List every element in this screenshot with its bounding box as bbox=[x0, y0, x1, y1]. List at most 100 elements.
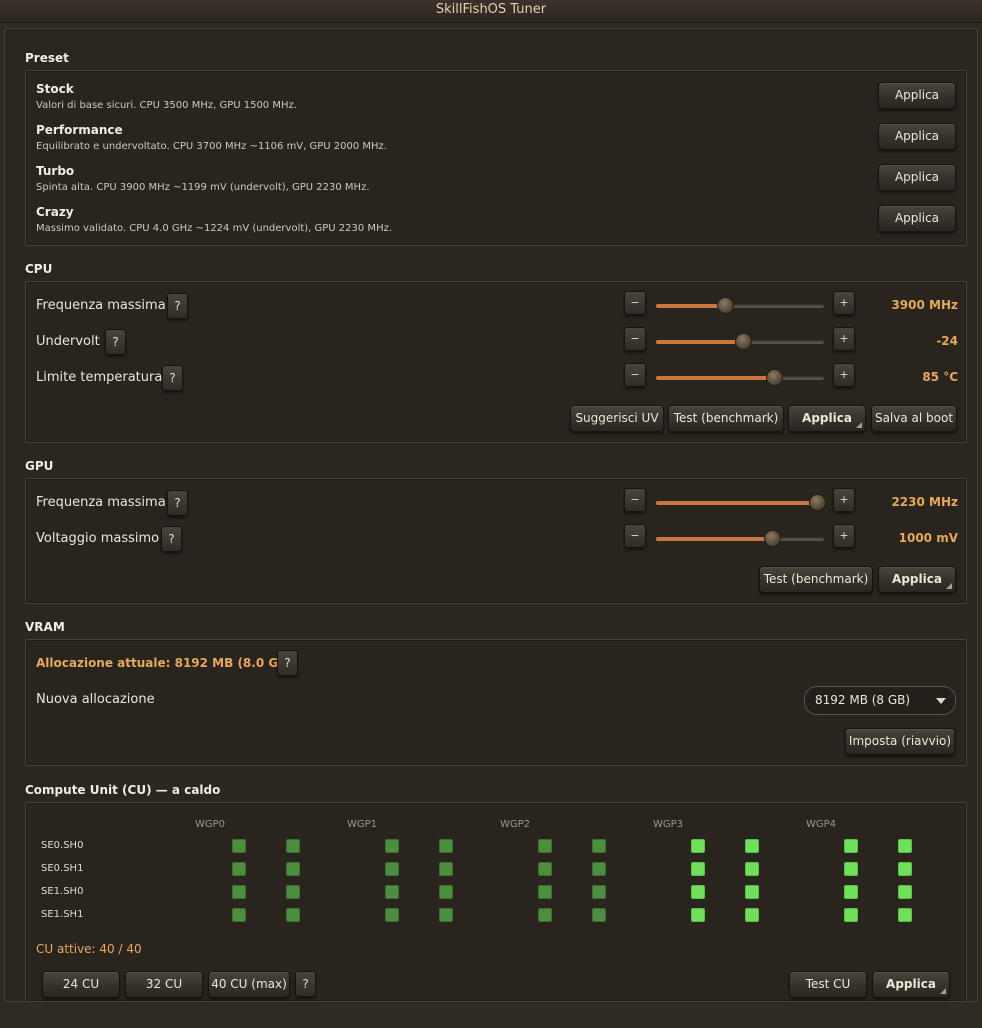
cu-toggle[interactable] bbox=[538, 885, 552, 899]
vram-help-button[interactable]: ? bbox=[277, 650, 298, 676]
slider-fill bbox=[656, 304, 725, 308]
gpu-test-benchmark-button[interactable]: Test (benchmark) bbox=[759, 566, 873, 593]
cu-toggle[interactable] bbox=[592, 885, 606, 899]
cpu-max-freq-plus-button[interactable]: + bbox=[833, 291, 855, 315]
cu-toggle[interactable] bbox=[439, 885, 453, 899]
cpu-undervolt-slider[interactable] bbox=[656, 333, 824, 350]
cu-toggle[interactable] bbox=[286, 908, 300, 922]
corner-indicator bbox=[946, 583, 952, 589]
cu-apply-label: Applica bbox=[886, 977, 936, 991]
cu-help-button[interactable]: ? bbox=[295, 971, 316, 997]
gpu-max-voltage-minus-button[interactable]: − bbox=[624, 524, 646, 548]
cu-toggle[interactable] bbox=[844, 839, 858, 853]
cu-toggle[interactable] bbox=[385, 839, 399, 853]
gpu-max-freq-plus-button[interactable]: + bbox=[833, 488, 855, 512]
gpu-max-voltage-help-button[interactable]: ? bbox=[161, 526, 182, 552]
cu-toggle[interactable] bbox=[691, 862, 705, 876]
suggest-uv-button[interactable]: Suggerisci UV bbox=[570, 405, 664, 432]
cu-24-button[interactable]: 24 CU bbox=[42, 971, 120, 998]
cu-toggle[interactable] bbox=[745, 908, 759, 922]
cu-row-label: SE1.SH0 bbox=[41, 886, 84, 897]
cu-toggle[interactable] bbox=[745, 885, 759, 899]
gpu-max-freq-slider[interactable] bbox=[656, 494, 827, 511]
gpu-apply-label: Applica bbox=[892, 572, 942, 586]
cu-toggle[interactable] bbox=[844, 908, 858, 922]
cpu-test-benchmark-button[interactable]: Test (benchmark) bbox=[668, 405, 784, 432]
slider-handle[interactable] bbox=[765, 369, 783, 386]
save-at-boot-button[interactable]: Salva al boot bbox=[871, 405, 957, 432]
cu-toggle[interactable] bbox=[844, 862, 858, 876]
cu-toggle[interactable] bbox=[439, 862, 453, 876]
apply-crazy-button[interactable]: Applica bbox=[878, 205, 956, 232]
cu-toggle[interactable] bbox=[232, 839, 246, 853]
cu-toggle[interactable] bbox=[898, 839, 912, 853]
cu-toggle[interactable] bbox=[745, 839, 759, 853]
cu-toggle[interactable] bbox=[691, 908, 705, 922]
vram-allocation-select[interactable]: 8192 MB (8 GB) bbox=[804, 686, 956, 715]
cu-toggle[interactable] bbox=[592, 908, 606, 922]
cu-toggle[interactable] bbox=[538, 908, 552, 922]
cu-toggle[interactable] bbox=[439, 908, 453, 922]
preset-desc-crazy: Massimo validato. CPU 4.0 GHz ~1224 mV (… bbox=[36, 223, 393, 234]
cpu-undervolt-minus-button[interactable]: − bbox=[624, 327, 646, 351]
cu-apply-button[interactable]: Applica bbox=[872, 971, 950, 998]
cu-toggle[interactable] bbox=[592, 839, 606, 853]
preset-desc-performance: Equilibrato e undervoltato. CPU 3700 MHz… bbox=[36, 141, 387, 152]
slider-handle[interactable] bbox=[716, 297, 734, 314]
gpu-max-voltage-plus-button[interactable]: + bbox=[833, 524, 855, 548]
gpu-section-title: GPU bbox=[25, 459, 54, 473]
apply-stock-button[interactable]: Applica bbox=[878, 82, 956, 109]
cu-toggle[interactable] bbox=[745, 862, 759, 876]
wgp-header: WGP2 bbox=[500, 819, 531, 830]
cpu-temp-limit-value: 85 °C bbox=[922, 370, 958, 384]
cpu-temp-limit-minus-button[interactable]: − bbox=[624, 363, 646, 387]
gpu-max-voltage-slider[interactable] bbox=[656, 530, 824, 547]
cu-32-button[interactable]: 32 CU bbox=[125, 971, 203, 998]
slider-handle[interactable] bbox=[809, 494, 827, 511]
cu-toggle[interactable] bbox=[844, 885, 858, 899]
slider-handle[interactable] bbox=[735, 333, 753, 350]
gpu-apply-button[interactable]: Applica bbox=[878, 566, 956, 593]
cu-toggle[interactable] bbox=[691, 839, 705, 853]
cu-toggle[interactable] bbox=[232, 908, 246, 922]
cu-toggle[interactable] bbox=[439, 839, 453, 853]
cu-toggle[interactable] bbox=[898, 862, 912, 876]
cu-toggle[interactable] bbox=[385, 908, 399, 922]
gpu-max-freq-minus-button[interactable]: − bbox=[624, 488, 646, 512]
cu-toggle[interactable] bbox=[538, 862, 552, 876]
cpu-max-freq-help-button[interactable]: ? bbox=[167, 293, 188, 319]
gpu-max-freq-help-button[interactable]: ? bbox=[167, 490, 188, 516]
wgp-header: WGP3 bbox=[653, 819, 684, 830]
cu-toggle[interactable] bbox=[898, 908, 912, 922]
cu-toggle[interactable] bbox=[898, 885, 912, 899]
cpu-undervolt-help-button[interactable]: ? bbox=[105, 329, 126, 355]
cpu-max-freq-slider[interactable] bbox=[656, 297, 824, 314]
cu-toggle[interactable] bbox=[286, 839, 300, 853]
slider-handle[interactable] bbox=[763, 530, 781, 547]
apply-performance-button[interactable]: Applica bbox=[878, 123, 956, 150]
cu-toggle[interactable] bbox=[592, 862, 606, 876]
cu-test-button[interactable]: Test CU bbox=[789, 971, 867, 998]
cu-toggle[interactable] bbox=[286, 862, 300, 876]
cu-toggle[interactable] bbox=[691, 885, 705, 899]
cu-row-label: SE0.SH0 bbox=[41, 840, 84, 851]
cpu-temp-limit-slider[interactable] bbox=[656, 369, 824, 386]
cu-toggle[interactable] bbox=[385, 862, 399, 876]
set-reboot-button[interactable]: Imposta (riavvio) bbox=[845, 728, 955, 755]
wgp-header: WGP4 bbox=[806, 819, 837, 830]
cpu-temp-limit-plus-button[interactable]: + bbox=[833, 363, 855, 387]
cu-toggle[interactable] bbox=[385, 885, 399, 899]
cu-toggle[interactable] bbox=[232, 885, 246, 899]
cu-toggle[interactable] bbox=[232, 862, 246, 876]
gpu-frame: Frequenza massima ? − + 2230 MHz Voltagg… bbox=[25, 478, 967, 604]
cpu-undervolt-plus-button[interactable]: + bbox=[833, 327, 855, 351]
cpu-apply-button[interactable]: Applica bbox=[788, 405, 866, 432]
cpu-temp-limit-help-button[interactable]: ? bbox=[162, 365, 183, 391]
cu-section-title: Compute Unit (CU) — a caldo bbox=[25, 783, 221, 797]
cpu-max-freq-minus-button[interactable]: − bbox=[624, 291, 646, 315]
cu-40-max-button[interactable]: 40 CU (max) bbox=[208, 971, 290, 998]
vram-allocation-selected: 8192 MB (8 GB) bbox=[815, 693, 911, 707]
apply-turbo-button[interactable]: Applica bbox=[878, 164, 956, 191]
cu-toggle[interactable] bbox=[538, 839, 552, 853]
cu-toggle[interactable] bbox=[286, 885, 300, 899]
